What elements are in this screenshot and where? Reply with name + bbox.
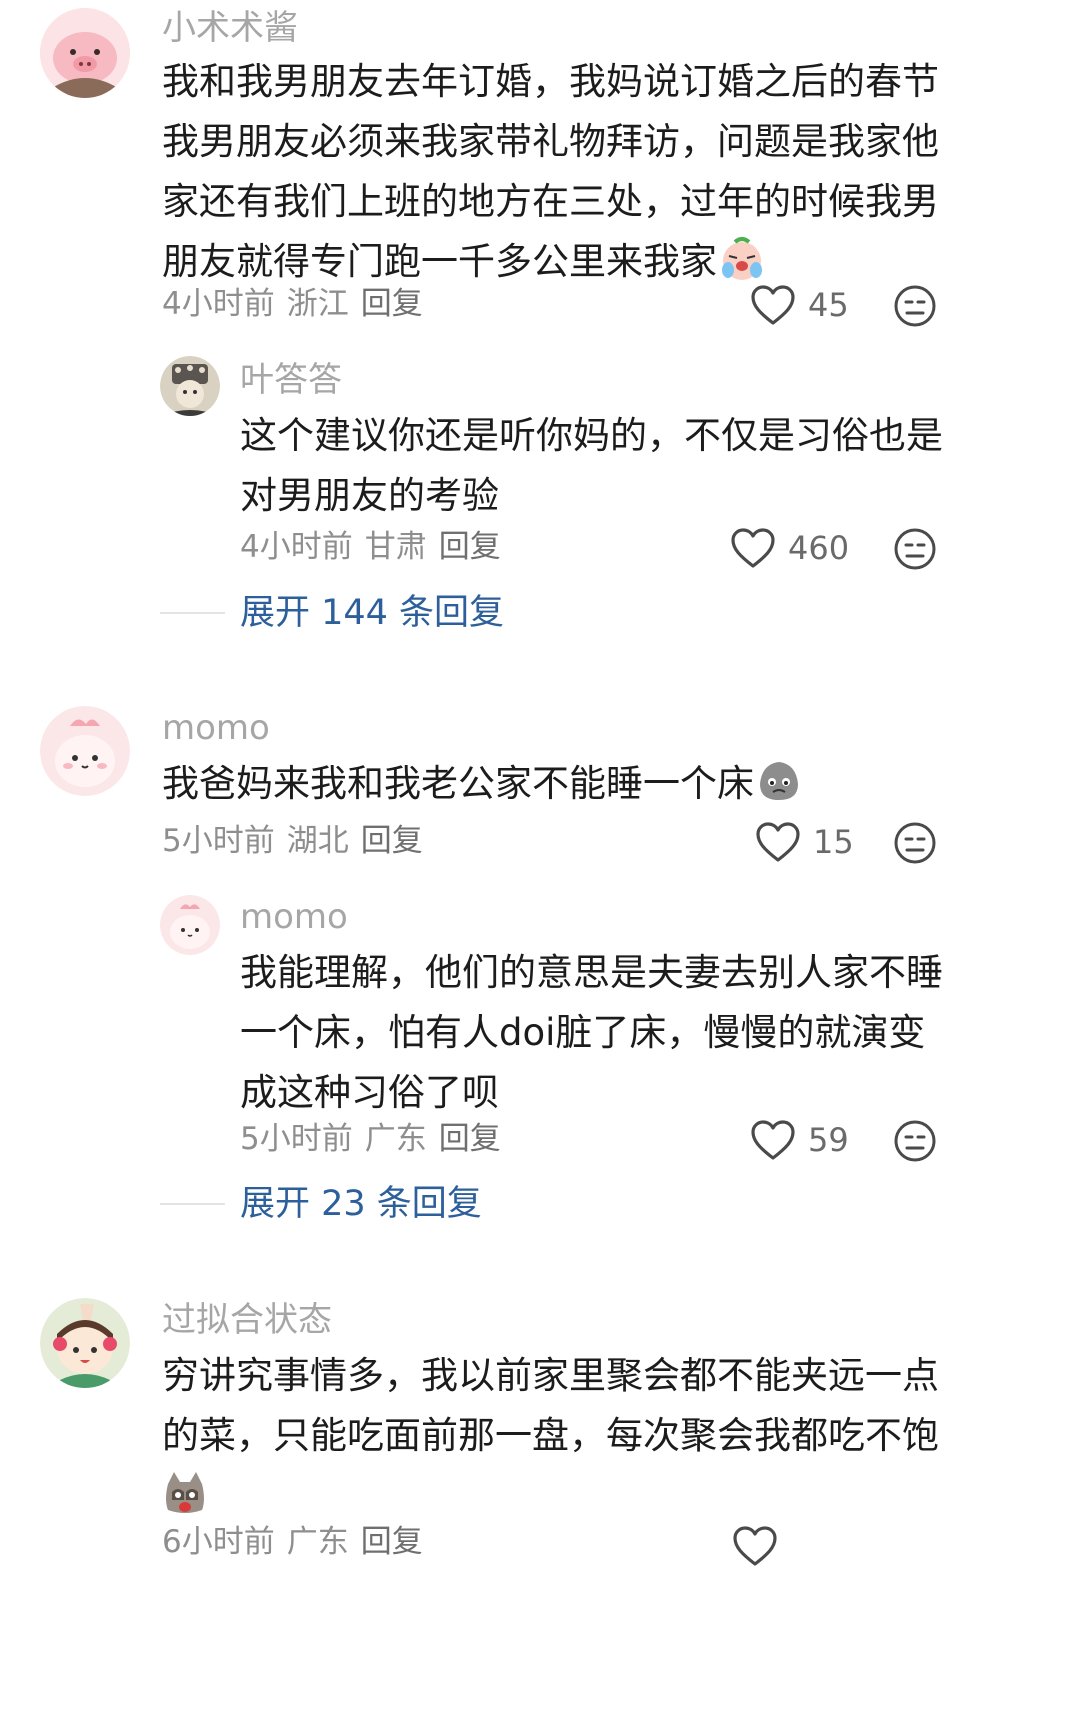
unamused-face-icon[interactable] (893, 1119, 937, 1163)
avatar-xiaoshushujiang[interactable] (40, 8, 130, 98)
comment-line: 家还有我们上班的地方在三处，过年的时候我男 (162, 180, 939, 223)
comment-text: 我和我男朋友去年订婚，我妈说订婚之后的春节 我男朋友必须来我家带礼物拜访，问题是… (162, 52, 939, 292)
comment-text: 穷讲究事情多，我以前家里聚会都不能夹远一点 的菜，只能吃面前那一盘，每次聚会我都… (162, 1346, 939, 1526)
like-count: 59 (808, 1121, 849, 1159)
comment-time: 4小时前 (162, 286, 275, 322)
heart-outline-icon (733, 1526, 777, 1566)
like-button[interactable]: 59 (750, 1118, 849, 1162)
like-button[interactable] (732, 1524, 790, 1568)
like-count: 15 (813, 823, 854, 861)
comment-meta: 4小时前 甘肃 回复 (240, 529, 513, 565)
avatar-momo[interactable] (40, 706, 130, 796)
shocked-cat-emoji (162, 1470, 208, 1516)
comment-username[interactable]: 叶答答 (240, 360, 342, 400)
comment-text: 这个建议你还是听你妈的，不仅是习俗也是 对男朋友的考验 (240, 406, 943, 526)
reply-button[interactable]: 回复 (439, 529, 501, 565)
like-button[interactable]: 15 (755, 820, 854, 864)
like-button[interactable]: 45 (750, 283, 849, 327)
comment-meta: 6小时前 广东 回复 (162, 1524, 435, 1560)
comment-time: 6小时前 (162, 1524, 275, 1560)
comment-line: 对男朋友的考验 (240, 474, 499, 517)
comment-line: 一个床，怕有人doi脏了床，慢慢的就演变 (240, 1011, 926, 1054)
comment-line-with-emoji: 我爸妈来我和我老公家不能睡一个床 (162, 754, 802, 814)
comment-line: 我和我男朋友去年订婚，我妈说订婚之后的春节 (162, 60, 939, 103)
comment-location: 广东 (364, 1121, 427, 1157)
comment-meta: 5小时前 湖北 回复 (162, 823, 435, 859)
comment-line: 我男朋友必须来我家带礼物拜访，问题是我家他 (162, 120, 939, 163)
reply-button[interactable]: 回复 (361, 1524, 423, 1560)
like-count: 460 (788, 529, 850, 567)
comment-location: 湖北 (286, 823, 349, 859)
comment-time: 4小时前 (240, 529, 353, 565)
reply-button[interactable]: 回复 (361, 823, 423, 859)
expand-replies-link[interactable]: 展开 23 条回复 (240, 1184, 482, 1224)
comment-text: 我爸妈来我和我老公家不能睡一个床 (162, 754, 802, 814)
heart-outline-icon (751, 285, 795, 325)
crying-face-emoji (719, 236, 765, 282)
comment-username[interactable]: momo (240, 897, 348, 937)
unamused-face-icon[interactable] (893, 284, 937, 328)
comment-location: 浙江 (286, 286, 349, 322)
comment-text: 我能理解，他们的意思是夫妻去别人家不睡 一个床，怕有人doi脏了床，慢慢的就演变… (240, 943, 943, 1123)
unamused-face-icon[interactable] (893, 527, 937, 571)
heart-outline-icon (756, 822, 800, 862)
expand-divider (160, 612, 225, 614)
comment-location: 广东 (286, 1524, 349, 1560)
comment-location: 甘肃 (364, 529, 427, 565)
avatar-guonihezhuangtai[interactable] (40, 1298, 130, 1388)
like-button[interactable]: 460 (730, 526, 849, 570)
reply-button[interactable]: 回复 (361, 286, 423, 322)
comment-username[interactable]: momo (162, 708, 270, 748)
grey-blob-emoji (756, 758, 802, 804)
heart-outline-icon (751, 1120, 795, 1160)
expand-replies-link[interactable]: 展开 144 条回复 (240, 593, 504, 633)
comment-line: 我爸妈来我和我老公家不能睡一个床 (162, 762, 754, 805)
heart-outline-icon (731, 528, 775, 568)
comment-line-emoji-only (162, 1466, 939, 1526)
comment-line: 的菜，只能吃面前那一盘，每次聚会我都吃不饱 (162, 1414, 939, 1457)
unamused-face-icon[interactable] (893, 821, 937, 865)
expand-divider (160, 1203, 225, 1205)
like-count: 45 (808, 286, 849, 324)
comment-line: 朋友就得专门跑一千多公里来我家 (162, 240, 717, 283)
comment-time: 5小时前 (162, 823, 275, 859)
comment-username[interactable]: 过拟合状态 (162, 1300, 332, 1340)
avatar-momo[interactable] (160, 895, 220, 955)
comment-time: 5小时前 (240, 1121, 353, 1157)
comment-line: 穷讲究事情多，我以前家里聚会都不能夹远一点 (162, 1354, 939, 1397)
comment-meta: 5小时前 广东 回复 (240, 1121, 513, 1157)
comment-line: 成这种习俗了呗 (240, 1071, 499, 1114)
comment-line: 这个建议你还是听你妈的，不仅是习俗也是 (240, 414, 943, 457)
avatar-yedada[interactable] (160, 356, 220, 416)
comment-username[interactable]: 小术术酱 (162, 8, 298, 48)
reply-button[interactable]: 回复 (439, 1121, 501, 1157)
comment-line: 我能理解，他们的意思是夫妻去别人家不睡 (240, 951, 943, 994)
comment-meta: 4小时前 浙江 回复 (162, 286, 435, 322)
